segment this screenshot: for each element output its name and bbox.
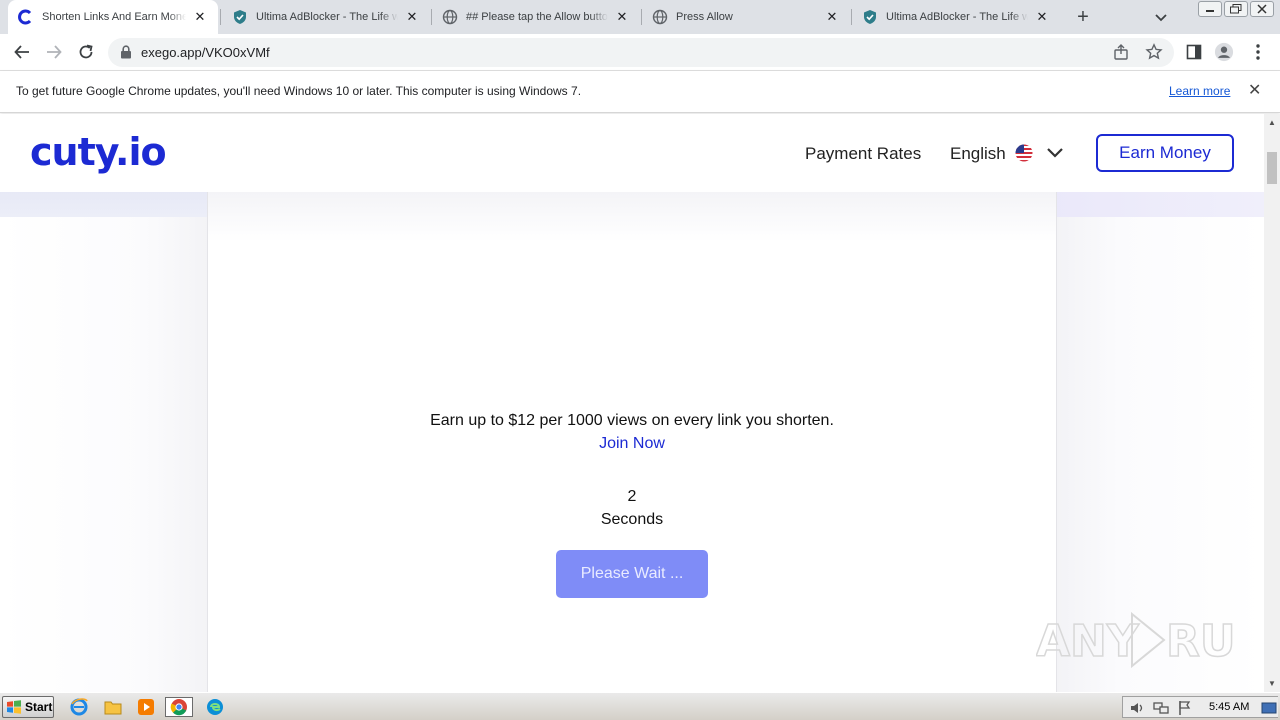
show-desktop-icon[interactable] [1261,700,1277,716]
tab-search-chevron-icon[interactable] [1152,8,1170,26]
tab-ultima-adblocker-2[interactable]: Ultima AdBlocker - The Life with ✕ [852,0,1060,34]
internet-explorer-icon[interactable] [68,697,90,717]
countdown-label: Seconds [600,511,664,528]
windows-taskbar: Start 5:45 AM [0,692,1280,720]
start-label: Start [25,700,53,714]
scroll-down-arrow-icon[interactable]: ▼ [1268,679,1276,688]
anyrun-watermark: ANY RUN [1035,608,1264,672]
svg-text:ANY: ANY [1036,616,1140,667]
page-scrollbar[interactable]: ▲ ▼ [1264,114,1280,692]
tab-title: ## Please tap the Allow button [466,11,608,23]
system-tray: 5:45 AM [1122,696,1278,718]
shield-icon [862,9,878,25]
tab-title: Ultima AdBlocker - The Life with [256,11,398,23]
profile-avatar-icon[interactable] [1214,42,1234,62]
tab-title: Shorten Links And Earn Money [42,11,186,23]
url-text: exego.app/VKO0xVMf [141,45,270,60]
share-icon[interactable] [1113,44,1129,65]
bookmark-star-icon[interactable] [1145,43,1163,66]
tab-ultima-adblocker-1[interactable]: Ultima AdBlocker - The Life with ✕ [222,0,430,34]
infobar-message: To get future Google Chrome updates, you… [16,84,582,98]
action-center-flag-icon[interactable] [1177,700,1193,716]
tab-please-tap-allow[interactable]: ## Please tap the Allow button ✕ [432,0,640,34]
globe-icon [442,9,458,25]
volume-icon[interactable] [1129,700,1145,716]
scroll-thumb[interactable] [1267,152,1277,184]
forward-arrow-icon[interactable] [44,42,64,62]
side-panel-icon[interactable] [1184,42,1204,62]
kebab-menu-icon[interactable] [1248,42,1268,62]
shield-icon [232,9,248,25]
file-explorer-icon[interactable] [102,697,124,717]
scroll-up-arrow-icon[interactable]: ▲ [1268,118,1276,127]
restore-icon[interactable] [1224,1,1248,17]
new-tab-plus-icon[interactable]: + [1072,6,1094,28]
network-icon[interactable] [1153,700,1169,716]
close-tab-icon[interactable]: ✕ [192,9,208,25]
tab-press-allow[interactable]: Press Allow ✕ [642,0,850,34]
address-bar[interactable]: exego.app/VKO0xVMf [108,38,1174,67]
cuty-c-icon [18,9,34,25]
promo-text: Earn up to $12 per 1000 views on every l… [430,412,834,429]
close-tab-icon[interactable]: ✕ [824,9,840,25]
window-controls [1198,1,1274,17]
cuty-logo[interactable]: cuty.io [30,130,167,174]
tab-strip: Shorten Links And Earn Money ✕ Ultima Ad… [0,0,1280,34]
reload-icon[interactable] [76,42,96,62]
please-wait-button[interactable]: Please Wait ... [556,550,708,598]
globe-icon [652,9,668,25]
browser-toolbar: exego.app/VKO0xVMf [0,34,1280,71]
close-window-icon[interactable] [1250,1,1274,17]
tab-title: Ultima AdBlocker - The Life with [886,11,1028,23]
chrome-taskbar-icon[interactable] [165,697,193,717]
page-viewport: cuty.io Payment Rates English Earn Money [0,114,1264,692]
close-tab-icon[interactable]: ✕ [1034,9,1050,25]
media-player-icon[interactable] [135,697,157,717]
close-tab-icon[interactable]: ✕ [404,9,420,25]
minimize-icon[interactable] [1198,1,1222,17]
countdown-value: 2 [627,488,637,505]
nav-payment-rates[interactable]: Payment Rates [805,144,921,164]
language-selector[interactable]: English [950,144,1006,164]
close-tab-icon[interactable]: ✕ [614,9,630,25]
taskbar-clock: 5:45 AM [1209,701,1250,713]
join-now-link[interactable]: Join Now [207,435,1057,453]
update-infobar: To get future Google Chrome updates, you… [0,71,1280,113]
edge-icon[interactable] [204,697,226,717]
windows-logo-icon [7,700,21,714]
close-infobar-icon[interactable]: ✕ [1248,83,1261,99]
tab-shorten-links[interactable]: Shorten Links And Earn Money ✕ [8,0,218,34]
lock-icon[interactable] [120,45,132,64]
svg-text:RUN: RUN [1166,616,1236,667]
learn-more-link[interactable]: Learn more [1169,84,1230,98]
earn-money-button[interactable]: Earn Money [1096,134,1234,172]
start-button[interactable]: Start [2,696,54,718]
back-arrow-icon[interactable] [12,42,32,62]
tab-title: Press Allow [676,11,818,23]
chevron-down-icon[interactable] [1045,145,1065,161]
us-flag-icon[interactable] [1015,144,1033,162]
site-header: cuty.io Payment Rates English Earn Money [0,114,1264,192]
left-gutter [0,217,208,692]
